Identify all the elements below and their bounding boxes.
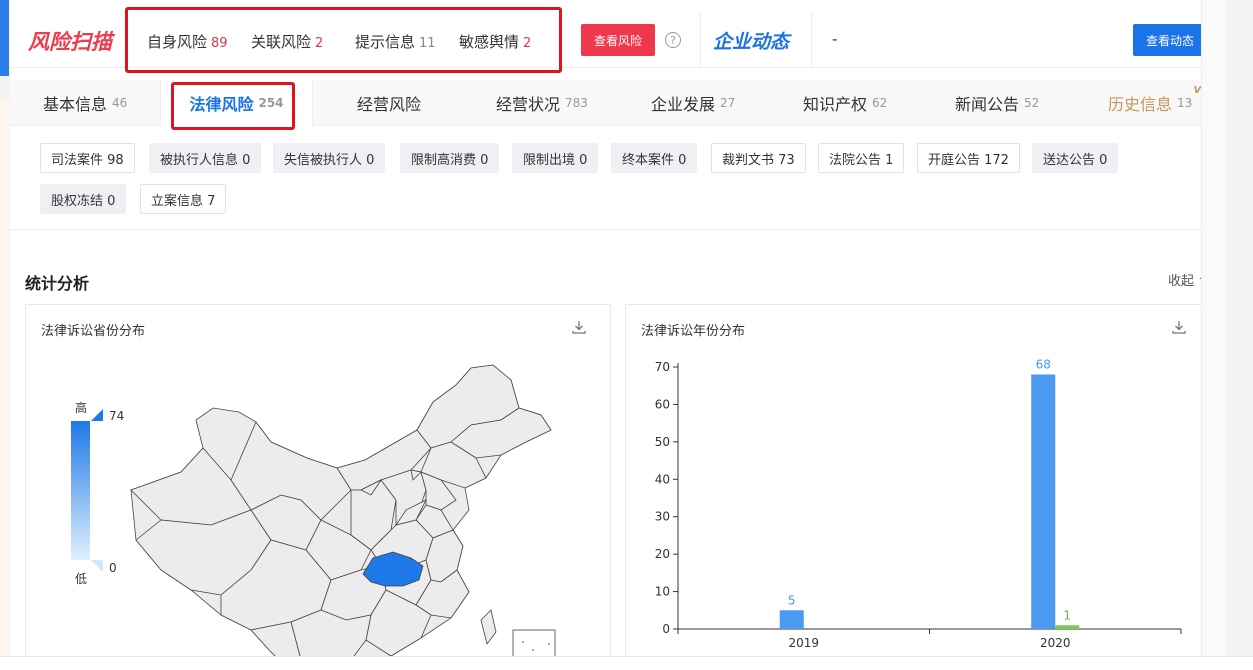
map-legend-gradient[interactable] — [71, 421, 90, 560]
tab-count: 52 — [1024, 96, 1040, 110]
y-tick-label: 10 — [655, 585, 670, 599]
tab-history[interactable]: 历史信息13 VIP — [1108, 80, 1212, 126]
risk-related-label: 关联风险 — [251, 33, 312, 51]
chip-judgments[interactable]: 裁判文书 73 — [711, 143, 806, 173]
risk-hint-count: 11 — [419, 36, 436, 51]
header-divider — [811, 12, 812, 68]
tab-count: 62 — [872, 96, 888, 110]
risk-hint[interactable]: 提示信息 11 — [355, 31, 436, 52]
tab-count: 27 — [720, 96, 736, 110]
year-bar-chart: 0 10 20 30 40 50 60 70 2019 5 2020 68 1 — [655, 357, 1182, 650]
risk-sensitive-label: 敏感舆情 — [459, 33, 520, 51]
tab-label: 历史信息 — [1108, 95, 1173, 114]
main-content: 风险扫描 自身风险 89 关联风险 2 提示信息 11 敏感舆情 2 查看风险 ? 企业… — [10, 0, 1227, 670]
download-icon[interactable] — [1171, 319, 1187, 335]
view-dynamics-button[interactable]: 查看动态 — [1133, 24, 1207, 56]
risk-sensitive-count: 2 — [523, 36, 532, 51]
tab-label: 经营风险 — [357, 95, 422, 114]
y-tick-label: 70 — [655, 360, 670, 374]
company-dynamics-logo: 企业动态 — [713, 31, 790, 53]
risk-self-count: 89 — [211, 36, 228, 51]
section-divider — [10, 229, 1227, 230]
header-divider — [700, 12, 701, 68]
tab-label: 新闻公告 — [955, 95, 1020, 114]
risk-self[interactable]: 自身风险 89 — [147, 31, 228, 52]
risk-scan-header: 风险扫描 自身风险 89 关联风险 2 提示信息 11 敏感舆情 2 查看风险 ? 企业… — [10, 7, 1227, 73]
bar-2019-series-0 — [779, 610, 804, 629]
risk-hint-label: 提示信息 — [355, 33, 416, 51]
chip-consumption-limit[interactable]: 限制高消费 0 — [400, 143, 500, 173]
y-tick-label: 50 — [655, 435, 670, 449]
tab-ip[interactable]: 知识产权 62 — [803, 80, 887, 126]
tab-development[interactable]: 企业发展 27 — [651, 80, 735, 126]
chip-service-notices[interactable]: 送达公告 0 — [1032, 143, 1119, 173]
right-scroll-gutter — [1201, 0, 1227, 670]
x-tick-label: 2020 — [1040, 636, 1071, 650]
tab-basic-info[interactable]: 基本信息 46 — [43, 80, 127, 126]
risk-sensitive[interactable]: 敏感舆情 2 — [459, 31, 531, 52]
y-tick-label: 30 — [655, 510, 670, 524]
chip-court-notices[interactable]: 法院公告 1 — [818, 143, 905, 173]
tab-operation-status[interactable]: 经营状况 783 — [496, 80, 588, 126]
tab-count: 46 — [112, 96, 128, 110]
risk-related[interactable]: 关联风险 2 — [251, 31, 323, 52]
chip-filing-info[interactable]: 立案信息 7 — [140, 184, 227, 214]
tab-count: 783 — [565, 96, 588, 110]
chip-exit-limit[interactable]: 限制出境 0 — [512, 143, 599, 173]
province-map-panel: 法律诉讼省份分布 — [25, 304, 611, 670]
legend-min-handle-icon[interactable] — [91, 560, 103, 572]
chart-panel-title: 法律诉讼年份分布 — [641, 324, 746, 339]
company-dynamics-value: - — [832, 30, 838, 48]
help-icon[interactable]: ? — [665, 32, 681, 48]
chip-dishonest-executed[interactable]: 失信被执行人 0 — [273, 143, 386, 173]
view-risk-button[interactable]: 查看风险 — [581, 24, 655, 56]
tab-label: 经营状况 — [496, 95, 561, 114]
bar-2020-series-1 — [1055, 625, 1080, 629]
legend-max-value: 74 — [109, 409, 125, 423]
risk-self-label: 自身风险 — [147, 33, 208, 51]
bar-value-label: 1 — [1063, 608, 1071, 622]
y-tick-label: 0 — [662, 622, 670, 636]
bar-value-label: 5 — [788, 593, 796, 607]
legend-max-handle-icon[interactable] — [91, 409, 103, 421]
risk-related-count: 2 — [315, 36, 324, 51]
tab-operation-risk[interactable]: 经营风险 — [357, 80, 421, 126]
y-tick-label: 60 — [655, 397, 670, 411]
legend-high-label: 高 — [75, 401, 88, 415]
active-tab-highlight — [171, 82, 295, 130]
chip-judicial-cases[interactable]: 司法案件 98 — [40, 143, 135, 173]
x-tick-label: 2019 — [788, 636, 819, 650]
bar-2020-series-0 — [1031, 374, 1056, 629]
tab-count: 13 — [1177, 96, 1193, 110]
chip-final-cases[interactable]: 终本案件 0 — [611, 143, 698, 173]
y-tick-label: 40 — [655, 472, 670, 486]
legend-low-label: 低 — [75, 572, 88, 586]
legend-min-value: 0 — [109, 561, 117, 575]
chip-executed-person[interactable]: 被执行人信息 0 — [149, 143, 262, 173]
chip-hearing-notices[interactable]: 开庭公告 172 — [917, 143, 1020, 173]
y-tick-label: 20 — [655, 547, 670, 561]
bottom-status-bar — [0, 656, 1253, 670]
stats-title: 统计分析 — [25, 274, 90, 293]
year-chart-panel: 法律诉讼年份分布 0 10 20 30 40 50 60 70 2019 5 2020 68 1 — [625, 304, 1211, 670]
tab-label: 知识产权 — [803, 95, 868, 114]
left-accent-bar — [0, 0, 9, 76]
download-icon[interactable] — [571, 319, 587, 335]
map-panel-title: 法律诉讼省份分布 — [41, 324, 146, 339]
bar-value-label: 68 — [1036, 357, 1051, 371]
china-province-map[interactable] — [121, 360, 561, 670]
tab-news[interactable]: 新闻公告 52 — [955, 80, 1039, 126]
risk-scan-logo: 风险扫描 — [28, 30, 112, 54]
tab-label: 基本信息 — [43, 95, 108, 114]
chip-equity-freeze[interactable]: 股权冻结 0 — [40, 184, 127, 214]
left-side-strip — [0, 100, 9, 660]
tab-label: 企业发展 — [651, 95, 716, 114]
